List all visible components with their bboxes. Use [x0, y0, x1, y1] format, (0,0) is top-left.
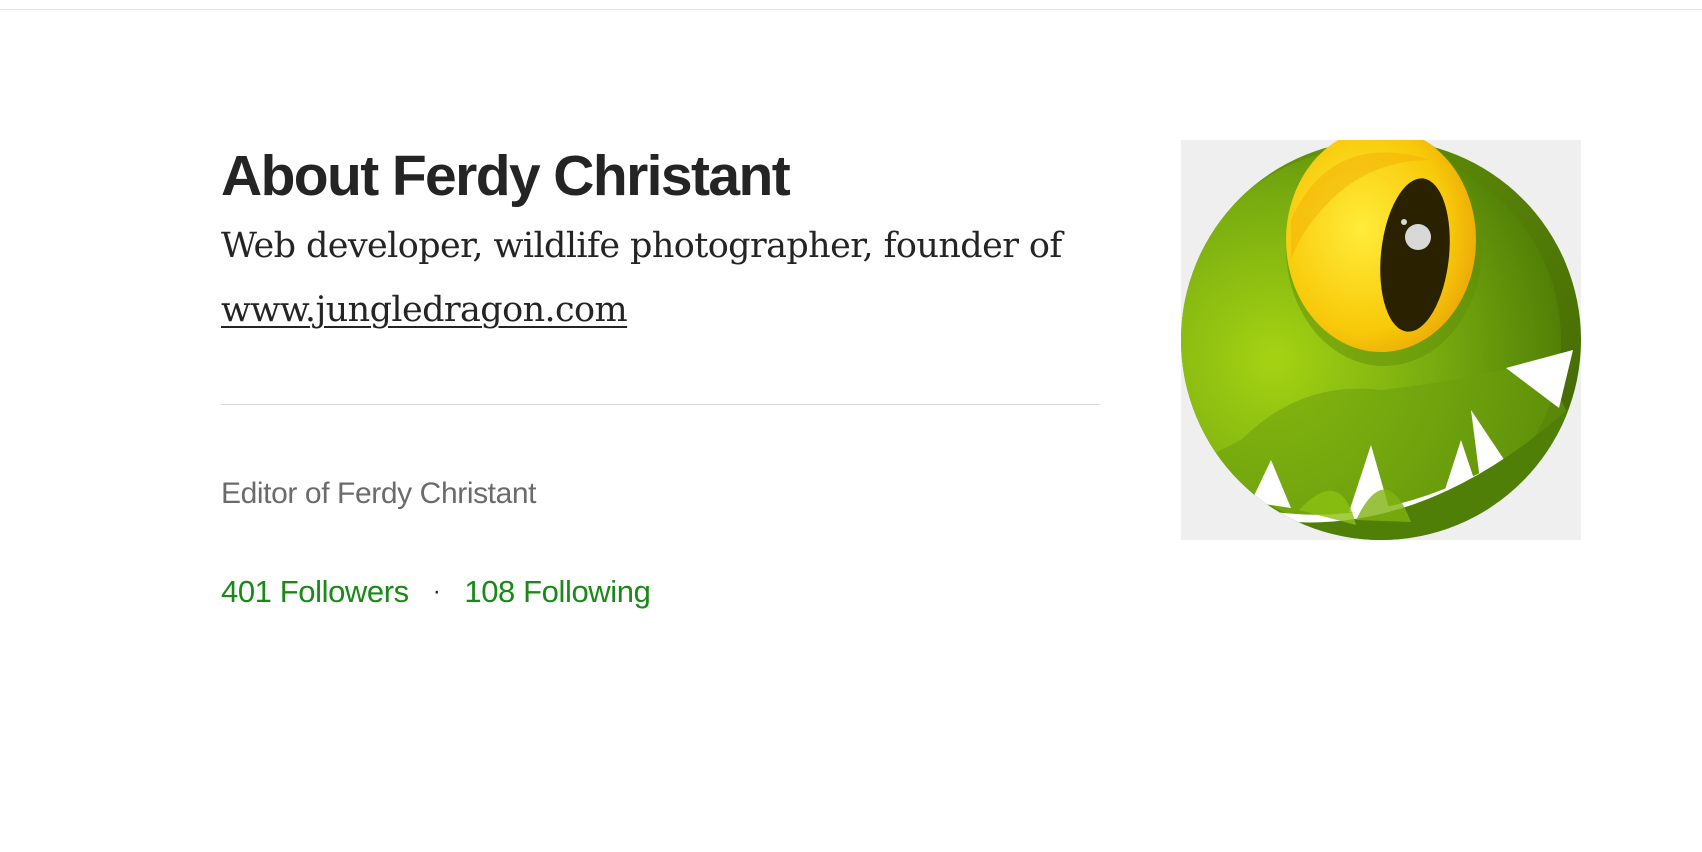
green-dragon-eye-icon [1181, 140, 1581, 540]
top-divider [0, 9, 1702, 10]
followers-link[interactable]: 401 Followers [221, 570, 409, 614]
bio-text: Web developer, wildlife photographer, fo… [221, 226, 1062, 266]
about-section: About Ferdy Christant Web developer, wil… [221, 140, 1101, 342]
follow-stats: 401 Followers · 108 Following [221, 570, 651, 614]
avatar [1181, 140, 1581, 540]
section-divider [221, 404, 1101, 405]
page-title: About Ferdy Christant [221, 144, 791, 208]
bio: Web developer, wildlife photographer, fo… [221, 214, 1101, 342]
following-link[interactable]: 108 Following [464, 570, 650, 614]
bio-link[interactable]: www.jungledragon.com [221, 290, 628, 330]
editor-of-label: Editor of Ferdy Christant [221, 477, 537, 510]
stats-separator: · [432, 578, 441, 605]
